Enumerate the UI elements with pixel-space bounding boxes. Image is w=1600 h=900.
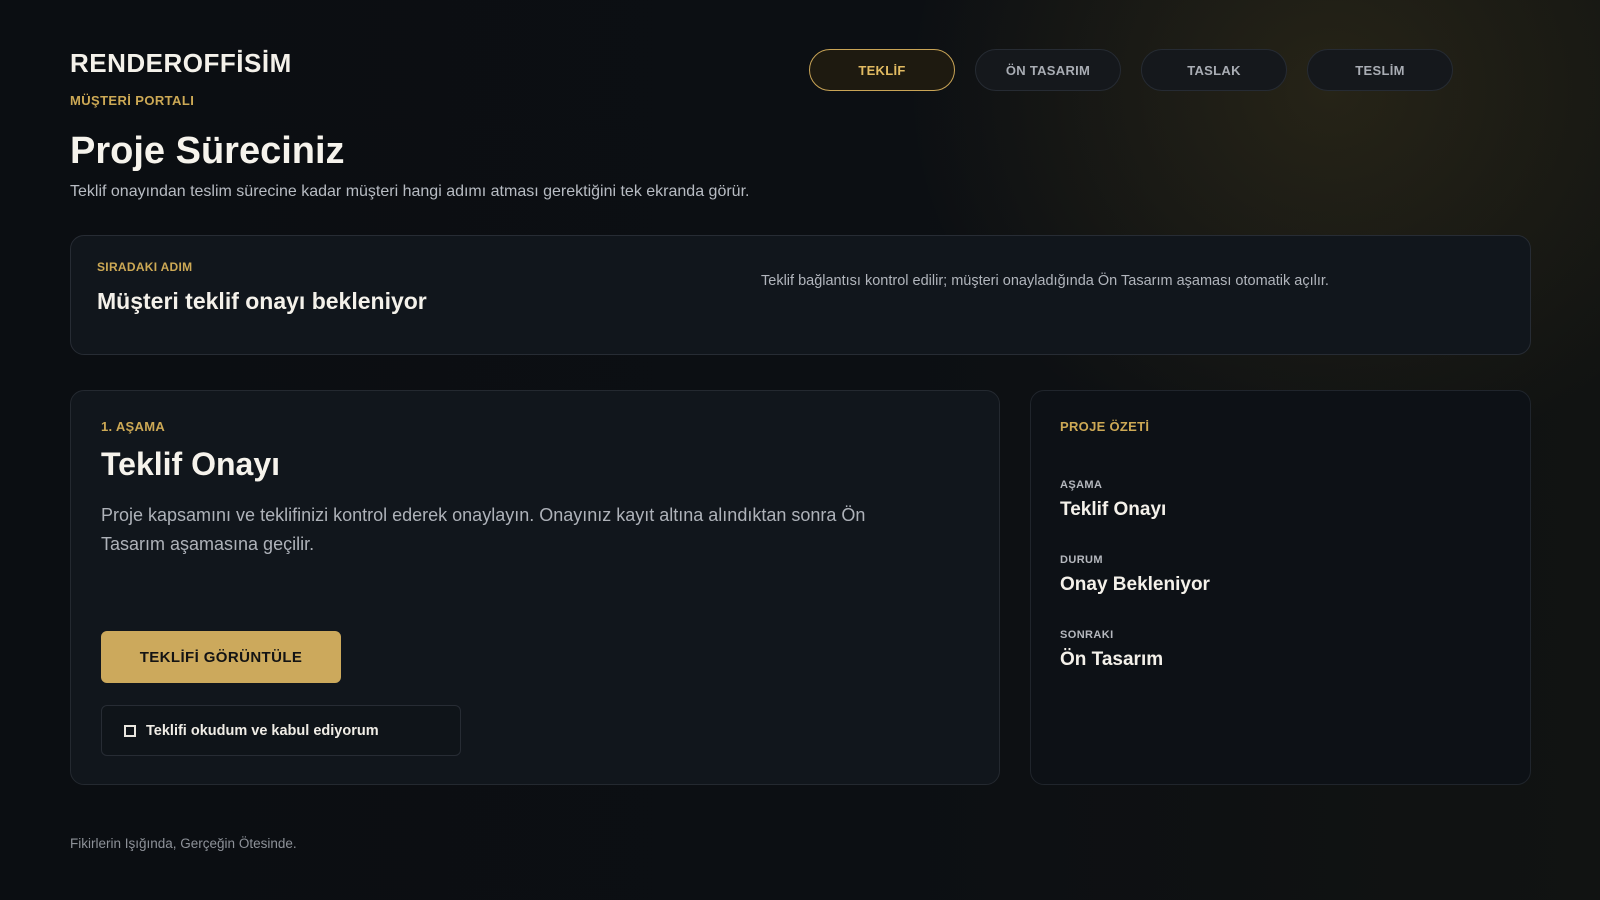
brand-subtitle: MÜŞTERİ PORTALI [70, 93, 195, 108]
page-description: Teklif onayından teslim sürecine kadar m… [70, 183, 750, 200]
next-step-card: SIRADAKI ADIM Müşteri teklif onayı bekle… [70, 235, 1531, 355]
brand-name: RENDEROFFİSİM [70, 48, 292, 78]
summary-item-status: DURUM Onay Bekleniyor [1060, 554, 1210, 596]
summary-key: AŞAMA [1060, 479, 1103, 491]
next-step-title: Müşteri teklif onayı bekleniyor [97, 288, 427, 314]
summary-key: SONRAKI [1060, 629, 1114, 641]
brand: RENDEROFFİSİM MÜŞTERİ PORTALI [70, 48, 292, 108]
next-step-label: SIRADAKI ADIM [97, 260, 193, 274]
footer-tagline: Fikirlerin Işığında, Gerçeğin Ötesinde. [70, 836, 297, 851]
summary-value: Ön Tasarım [1060, 649, 1164, 670]
summary-key: DURUM [1060, 554, 1103, 566]
summary-item-stage: AŞAMA Teklif Onayı [1060, 479, 1166, 521]
summary-value: Onay Bekleniyor [1060, 574, 1210, 595]
summary-value: Teklif Onayı [1060, 499, 1167, 520]
next-step-note: Teklif bağlantısı kontrol edilir; müşter… [761, 273, 1329, 289]
step-taslak[interactable]: TASLAK [1141, 49, 1287, 91]
accept-offer-label: Teklifi okudum ve kabul ediyorum [146, 722, 379, 739]
stage-description: Proje kapsamını ve teklifinizi kontrol e… [101, 505, 866, 554]
process-steps-nav: TEKLİF ÖN TASARIM TASLAK TESLİM [809, 49, 1453, 91]
checkbox-icon[interactable] [124, 724, 136, 737]
step-teslim[interactable]: TESLİM [1307, 49, 1453, 91]
stage-card: 1. AŞAMA Teklif Onayı Proje kapsamını ve… [70, 390, 1000, 785]
accept-offer-checkbox[interactable]: Teklifi okudum ve kabul ediyorum [101, 705, 461, 756]
project-summary-card: PROJE ÖZETİ AŞAMA Teklif Onayı DURUM Ona… [1030, 390, 1531, 785]
summary-item-next: SONRAKI Ön Tasarım [1060, 629, 1163, 671]
stage-label: 1. AŞAMA [101, 419, 166, 434]
summary-label: PROJE ÖZETİ [1060, 419, 1150, 434]
view-offer-button[interactable]: TEKLİFİ GÖRÜNTÜLE [101, 631, 341, 683]
step-teklif[interactable]: TEKLİF [809, 49, 955, 91]
step-on-tasarim[interactable]: ÖN TASARIM [975, 49, 1121, 91]
stage-title: Teklif Onayı [101, 446, 281, 482]
page-title: Proje Süreciniz [70, 130, 345, 172]
